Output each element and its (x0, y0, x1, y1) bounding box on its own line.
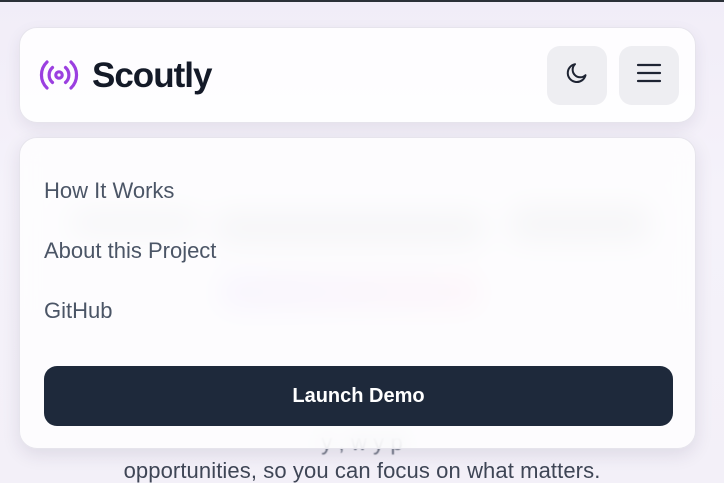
moon-icon (564, 60, 590, 91)
menu-toggle-button[interactable] (619, 46, 679, 105)
launch-demo-button[interactable]: Launch Demo (44, 366, 673, 426)
nav-link-how-it-works[interactable]: How It Works (44, 178, 174, 204)
mobile-nav-menu: How It Works About this Project GitHub L… (19, 137, 696, 449)
hero-description-line: opportunities, so you can focus on what … (123, 458, 601, 483)
site-header: Scoutly (19, 27, 696, 123)
nav-link-about-project[interactable]: About this Project (44, 238, 216, 264)
nav-link-github[interactable]: GitHub (44, 298, 112, 324)
brand-name[interactable]: Scoutly (92, 56, 212, 96)
radio-broadcast-icon (39, 58, 79, 92)
hamburger-menu-icon (636, 62, 662, 89)
theme-toggle-button[interactable] (547, 46, 607, 105)
